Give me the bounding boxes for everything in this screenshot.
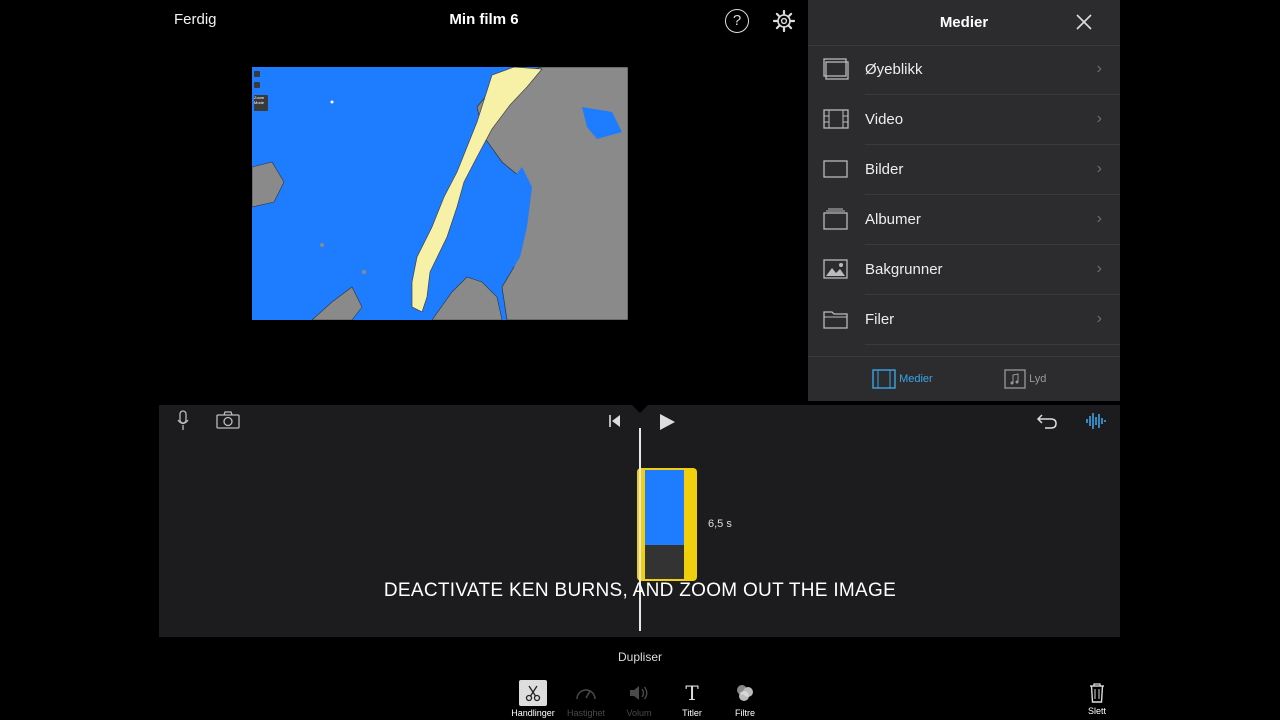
tool-label: Volum [626, 708, 652, 718]
chevron-right-icon: › [1096, 160, 1102, 177]
tab-media-label: Medier [899, 372, 933, 385]
microphone-icon[interactable] [176, 410, 190, 437]
close-icon[interactable] [1075, 13, 1093, 31]
playhead-marker [632, 405, 648, 413]
tool-speed[interactable]: Hastighet [559, 680, 613, 718]
camera-icon[interactable] [216, 411, 240, 434]
volume-icon [625, 680, 653, 706]
media-item-label: Albumer [865, 211, 921, 228]
chevron-right-icon: › [1096, 60, 1102, 77]
media-panel: Medier Øyeblikk › Video › Bilder › Album… [808, 0, 1120, 401]
panel-title: Medier [939, 14, 989, 31]
film-icon [823, 108, 849, 130]
delete-label: Slett [1087, 706, 1106, 716]
media-item-photos[interactable]: Bilder › [808, 145, 1120, 195]
mini-undo-icon[interactable] [254, 71, 260, 77]
media-item-albums[interactable]: Albumer › [808, 195, 1120, 245]
chevron-right-icon: › [1096, 110, 1102, 127]
media-item-video[interactable]: Video › [808, 95, 1120, 145]
play-icon[interactable] [658, 413, 676, 436]
trash-icon [1083, 680, 1111, 706]
media-item-moments[interactable]: Øyeblikk › [808, 45, 1120, 95]
folder-icon [823, 308, 849, 330]
media-item-label: Filer [865, 311, 895, 328]
tab-audio-label: Lyd [1029, 372, 1047, 385]
tab-media[interactable]: Medier [872, 369, 933, 389]
clip-thumbnail [645, 470, 684, 579]
zoom-mode-button[interactable]: Zoom Mode [254, 95, 268, 111]
tab-audio[interactable]: Lyd [1004, 369, 1046, 389]
album-icon [823, 208, 849, 230]
media-item-files[interactable]: Filer › [808, 295, 1120, 345]
timeline-clip[interactable] [637, 468, 697, 581]
panel-header: Medier [808, 0, 1120, 46]
map-image [252, 67, 628, 320]
tool-filters[interactable]: Filtre [718, 680, 772, 718]
background-image-icon [823, 258, 849, 280]
media-item-label: Bilder [865, 161, 904, 178]
tool-label: Titler [682, 708, 702, 718]
media-item-label: Øyeblikk [865, 61, 923, 78]
delete-button[interactable]: Slett [1070, 680, 1124, 716]
audio-waveform-icon[interactable] [1085, 411, 1107, 436]
film-icon [872, 369, 896, 389]
photo-frame-icon [823, 158, 849, 180]
video-preview[interactable]: Zoom Mode [252, 67, 628, 320]
duplicate-action[interactable]: Dupliser [0, 650, 1280, 664]
media-item-backgrounds[interactable]: Bakgrunner › [808, 245, 1120, 295]
speed-icon [572, 680, 600, 706]
media-item-label: Video [865, 111, 904, 128]
gear-icon[interactable] [772, 9, 796, 33]
tool-volume[interactable]: Volum [612, 680, 666, 718]
clip-duration: 6,5 s [708, 518, 732, 530]
tool-label: Handlinger [511, 708, 555, 718]
tool-titles[interactable]: T Titler [665, 680, 719, 718]
filters-icon [731, 680, 759, 706]
scissors-icon [519, 680, 547, 706]
media-item-label: Bakgrunner [865, 261, 943, 278]
chevron-right-icon: › [1096, 260, 1102, 277]
help-icon[interactable]: ? [725, 9, 749, 33]
titles-icon: T [685, 681, 699, 705]
chevron-right-icon: › [1096, 210, 1102, 227]
tool-label: Hastighet [566, 708, 606, 718]
tool-label: Filtre [735, 708, 755, 718]
mini-reset-icon[interactable] [254, 82, 260, 88]
tutorial-caption: DEACTIVATE KEN BURNS, AND ZOOM OUT THE I… [383, 580, 897, 601]
skip-to-start-icon[interactable] [608, 414, 622, 433]
panel-tab-bar: Medier Lyd [808, 356, 1120, 401]
undo-icon[interactable] [1036, 412, 1058, 435]
music-note-icon [1004, 369, 1026, 389]
moments-icon [823, 58, 849, 80]
tool-actions[interactable]: Handlinger [506, 680, 560, 718]
chevron-right-icon: › [1096, 310, 1102, 327]
